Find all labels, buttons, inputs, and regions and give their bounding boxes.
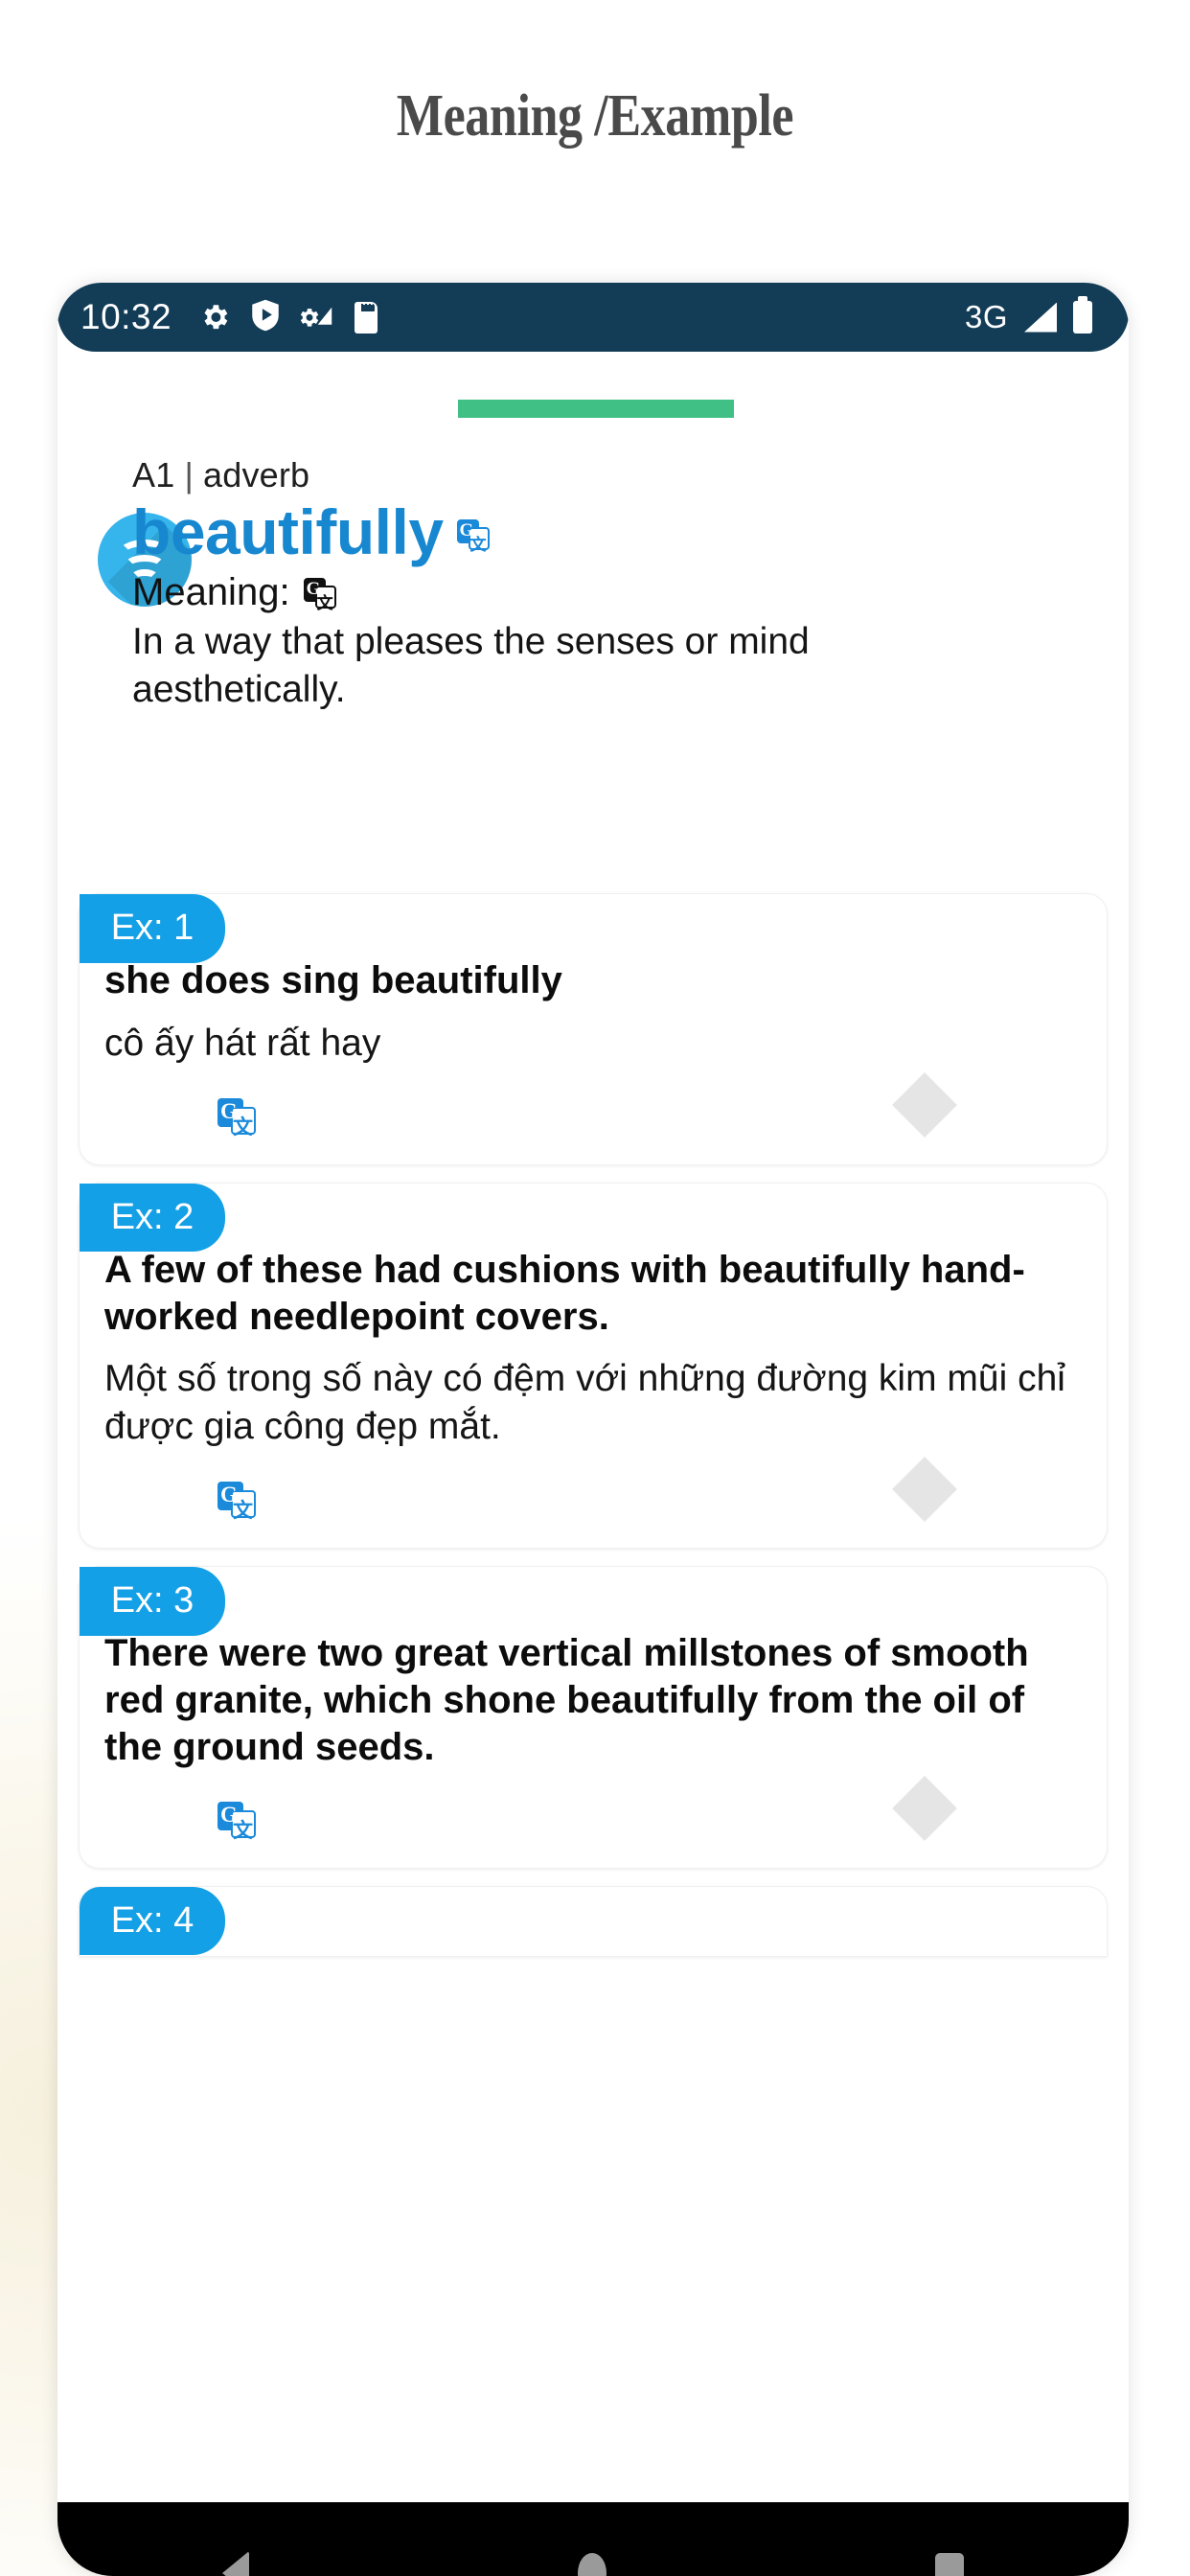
status-left-icons: [198, 299, 378, 336]
example-actions: G 文: [104, 1456, 1082, 1539]
translate-button[interactable]: G 文: [217, 1801, 256, 1843]
example-vietnamese: Một số trong số này có đệm với những đườ…: [104, 1358, 1065, 1448]
home-icon[interactable]: [577, 2553, 606, 2576]
gt-cjk-glyph: 文: [316, 593, 333, 612]
meaning-label: Meaning:: [132, 571, 290, 614]
example-english: A few of these had cushions with beautif…: [104, 1248, 1025, 1338]
level-line: A1 | adverb: [132, 455, 1090, 495]
example-english: she does sing beautifully: [104, 959, 562, 1001]
part-of-speech: adverb: [203, 455, 310, 494]
example-badge: Ex: 2: [80, 1183, 225, 1253]
example-card: Ex: 1 she does sing beautifully cô ấy há…: [79, 893, 1108, 1165]
gt-cjk-glyph: 文: [233, 1500, 253, 1523]
example-badge: Ex: 3: [80, 1567, 225, 1636]
word-header: A1|adverb beautifully G 文 Meaning: G 文: [57, 352, 1129, 714]
meaning-text: In a way that pleases the senses or mind…: [132, 621, 810, 711]
gear-icon: [198, 301, 231, 334]
example-english: There were two great vertical millstones…: [104, 1632, 1029, 1768]
meaning-row: Meaning: G 文: [132, 571, 1090, 614]
example-card: Ex: 2 A few of these had cushions with b…: [79, 1182, 1108, 1550]
headword-row: beautifully G 文: [132, 496, 1090, 567]
android-nav-bar: [57, 2502, 1129, 2576]
example-actions: G 文: [104, 1072, 1082, 1156]
phone-frame: 10:32 3G A1 | adverb beautifully G 文 Mea…: [57, 283, 1129, 2576]
example-card: Ex: 4: [79, 1885, 1108, 1957]
gt-cjk-glyph: 文: [233, 1116, 253, 1138]
status-right-icons: 3G: [964, 296, 1104, 335]
cefr-level: A1: [132, 455, 175, 494]
sd-card-icon: [355, 301, 378, 334]
recents-icon[interactable]: [935, 2553, 965, 2576]
example-vietnamese: cô ấy hát rất hay: [104, 1022, 381, 1064]
translate-button[interactable]: G 文: [217, 1482, 256, 1523]
signal-icon: [1024, 302, 1057, 333]
example-badge: Ex: 1: [80, 894, 225, 963]
google-translate-icon[interactable]: G 文: [456, 519, 490, 555]
google-translate-icon[interactable]: G 文: [303, 577, 336, 612]
example-badge: Ex: 4: [80, 1886, 225, 1956]
example-card: Ex: 3 There were two great vertical mill…: [79, 1566, 1108, 1869]
back-icon[interactable]: [221, 2551, 249, 2576]
translate-button[interactable]: G 文: [217, 1097, 256, 1139]
app-screen: A1|adverb beautifully G 文 Meaning: G 文: [57, 352, 1129, 2502]
example-actions: G 文: [104, 1776, 1082, 1858]
google-translate-icon[interactable]: G 文: [217, 1801, 256, 1842]
network-label: 3G: [964, 299, 1008, 334]
shield-play-icon: [251, 299, 280, 336]
wifi-settings-icon: [300, 299, 334, 336]
headword: beautifully: [132, 496, 444, 567]
status-clock: 10:32: [80, 297, 172, 336]
gt-cjk-glyph: 文: [233, 1819, 253, 1842]
gt-cjk-glyph: 文: [469, 536, 487, 555]
google-translate-icon[interactable]: G 文: [217, 1482, 256, 1523]
google-translate-icon[interactable]: G 文: [217, 1097, 256, 1138]
page-title: Meaning /Example: [396, 83, 794, 149]
status-bar: 10:32 3G: [57, 283, 1129, 352]
battery-icon: [1073, 296, 1092, 334]
separator: |: [184, 455, 194, 494]
